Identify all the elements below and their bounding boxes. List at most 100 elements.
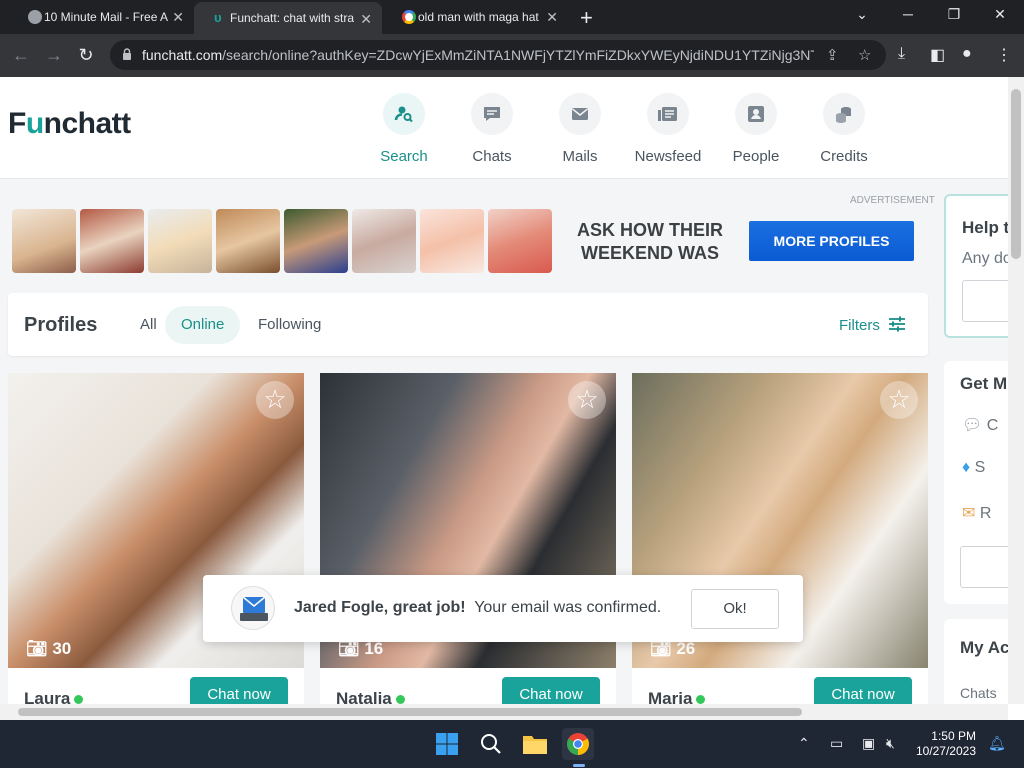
active-app-indicator xyxy=(573,764,585,767)
horizontal-scrollbar[interactable] xyxy=(0,704,1008,720)
nav-label: Chats xyxy=(472,148,512,165)
vertical-scrollbar[interactable] xyxy=(1008,77,1024,704)
system-clock[interactable]: 1:50 PM 10/27/2023 xyxy=(912,729,976,759)
windows-start-icon[interactable] xyxy=(431,728,463,760)
envelope-icon xyxy=(559,93,601,135)
profile-name[interactable]: Natalia xyxy=(336,689,405,704)
online-indicator-icon xyxy=(696,695,706,704)
get-item-diamond[interactable]: ♦ S xyxy=(962,459,985,477)
tray-chevron-up-icon[interactable]: ⌃ xyxy=(798,735,810,752)
filters-button[interactable]: Filters xyxy=(839,316,906,334)
browser-toolbar: ← → ↻ funchatt.com/search/online?authKey… xyxy=(0,34,1024,77)
chrome-icon[interactable] xyxy=(562,728,594,760)
forward-arrow-icon[interactable]: → xyxy=(42,45,66,66)
file-explorer-icon[interactable] xyxy=(519,728,551,760)
address-bar[interactable]: funchatt.com/search/online?authKey=ZDcwY… xyxy=(110,40,886,70)
nav-credits[interactable]: Credits xyxy=(802,93,886,165)
get-item-mail[interactable]: ✉ R xyxy=(962,503,991,523)
profile-name[interactable]: Laura xyxy=(24,689,84,704)
tab-google-search[interactable]: old man with maga hat ✕ xyxy=(382,0,568,34)
browser-tab-strip: 10 Minute Mail - Free A ✕ υ Funchatt: ch… xyxy=(0,0,1024,34)
tab-10-minute-mail[interactable]: 10 Minute Mail - Free A ✕ xyxy=(8,0,194,34)
profile-card-natalia[interactable]: ☆ 📷︎ 16 Natalia Chat now xyxy=(320,373,616,704)
google-icon xyxy=(402,10,416,24)
ad-profile-thumbnail[interactable] xyxy=(148,209,212,273)
clock-date: 10/27/2023 xyxy=(915,744,976,758)
chat-now-button[interactable]: Chat now xyxy=(502,677,600,704)
nav-search[interactable]: Search xyxy=(362,93,446,165)
side-panel-icon[interactable]: ◧ xyxy=(930,45,945,65)
restore-icon[interactable]: ❐ xyxy=(944,6,964,23)
favorite-star-icon[interactable]: ☆ xyxy=(568,381,606,419)
close-window-icon[interactable]: ✕ xyxy=(990,6,1010,23)
bookmark-star-icon[interactable]: ☆ xyxy=(858,46,871,64)
camera-icon: 📷︎ xyxy=(26,639,48,658)
get-item-chat[interactable]: 💬︎ C xyxy=(962,415,998,435)
reload-icon[interactable]: ↻ xyxy=(74,45,98,66)
photo-count: 📷︎ 30 xyxy=(26,639,72,658)
ad-profile-thumbnail[interactable] xyxy=(352,209,416,273)
envelope-icon: ✉ xyxy=(962,505,976,522)
online-indicator-icon xyxy=(395,695,405,704)
nav-label: People xyxy=(732,148,780,165)
volume-muted-icon[interactable]: 🔇︎ xyxy=(886,735,895,752)
close-tab-icon[interactable]: ✕ xyxy=(172,9,184,26)
ad-headline: ASK HOW THEIR WEEKEND WAS xyxy=(577,220,723,263)
online-indicator-icon xyxy=(74,695,84,704)
ok-button[interactable]: Ok! xyxy=(691,589,779,629)
tab-following[interactable]: Following xyxy=(242,306,337,344)
profile-name[interactable]: Maria xyxy=(648,689,706,704)
more-profiles-button[interactable]: MORE PROFILES xyxy=(749,221,914,261)
network-off-icon[interactable]: ▭ xyxy=(830,735,843,752)
profile-card-maria[interactable]: ☆ 📷︎ 26 Maria Chat now xyxy=(632,373,928,704)
tab-online[interactable]: Online xyxy=(165,306,241,344)
nav-people[interactable]: People xyxy=(714,93,798,165)
ad-profile-thumbnail[interactable] xyxy=(488,209,552,273)
help-input[interactable] xyxy=(962,280,1008,322)
favorite-star-icon[interactable]: ☆ xyxy=(880,381,918,419)
profile-icon[interactable]: ● xyxy=(962,45,972,63)
favorite-star-icon[interactable]: ☆ xyxy=(256,381,294,419)
account-chats-item[interactable]: Chats xyxy=(960,685,997,701)
download-icon[interactable]: ⤓ xyxy=(898,45,905,63)
url-text: funchatt.com/search/online?authKey=ZDcwY… xyxy=(142,47,814,63)
tab-search-chevron-icon[interactable]: ⌄ xyxy=(852,6,872,23)
ad-profile-thumbnail[interactable] xyxy=(284,209,348,273)
profile-card-laura[interactable]: ☆ 📷︎ 30 Laura Chat now xyxy=(8,373,304,704)
clock-time: 1:50 PM xyxy=(931,729,976,743)
site-header: Funchatt Search Chats Mails Newsfeed Peo… xyxy=(0,77,1008,179)
share-icon[interactable]: ⇪ xyxy=(826,46,839,64)
advertisement-banner: ADVERTISEMENT ASK HOW THEIR WEEKEND WAS … xyxy=(0,179,940,289)
profiles-filter-bar: Profiles All Online Following Filters xyxy=(8,293,928,356)
tab-funchatt[interactable]: υ Funchatt: chat with stra ✕ xyxy=(194,2,382,34)
email-confirm-icon xyxy=(231,586,275,630)
my-account-box: My Ac Chats xyxy=(944,619,1008,704)
ad-profile-thumbnail[interactable] xyxy=(80,209,144,273)
ad-profile-thumbnail[interactable] xyxy=(12,209,76,273)
get-more-title: Get M xyxy=(960,374,1008,393)
person-card-icon xyxy=(735,93,777,135)
search-icon[interactable] xyxy=(475,728,507,760)
lock-icon[interactable] xyxy=(122,48,132,60)
display-icon[interactable]: ▣ xyxy=(862,735,875,752)
scrollbar-thumb[interactable] xyxy=(18,708,802,716)
chat-now-button[interactable]: Chat now xyxy=(814,677,912,704)
menu-kebab-icon[interactable]: ⋮ xyxy=(996,45,1012,65)
nav-chats[interactable]: Chats xyxy=(450,93,534,165)
funchatt-logo[interactable]: Funchatt xyxy=(8,107,131,141)
notification-bell-icon[interactable]: 🔔︎ xyxy=(988,735,1006,752)
ad-profile-thumbnail[interactable] xyxy=(420,209,484,273)
close-tab-icon[interactable]: ✕ xyxy=(546,9,558,26)
chat-now-button[interactable]: Chat now xyxy=(190,677,288,704)
close-tab-icon[interactable]: ✕ xyxy=(360,11,372,28)
minimize-icon[interactable]: ─ xyxy=(898,6,918,22)
nav-mails[interactable]: Mails xyxy=(538,93,622,165)
get-more-input[interactable] xyxy=(960,546,1008,588)
nav-label: Newsfeed xyxy=(634,148,702,165)
sliders-icon xyxy=(889,316,906,332)
ad-profile-thumbnail[interactable] xyxy=(216,209,280,273)
scrollbar-thumb[interactable] xyxy=(1011,89,1021,259)
nav-newsfeed[interactable]: Newsfeed xyxy=(626,93,710,165)
new-tab-button[interactable]: + xyxy=(580,5,593,31)
back-arrow-icon[interactable]: ← xyxy=(9,45,33,66)
